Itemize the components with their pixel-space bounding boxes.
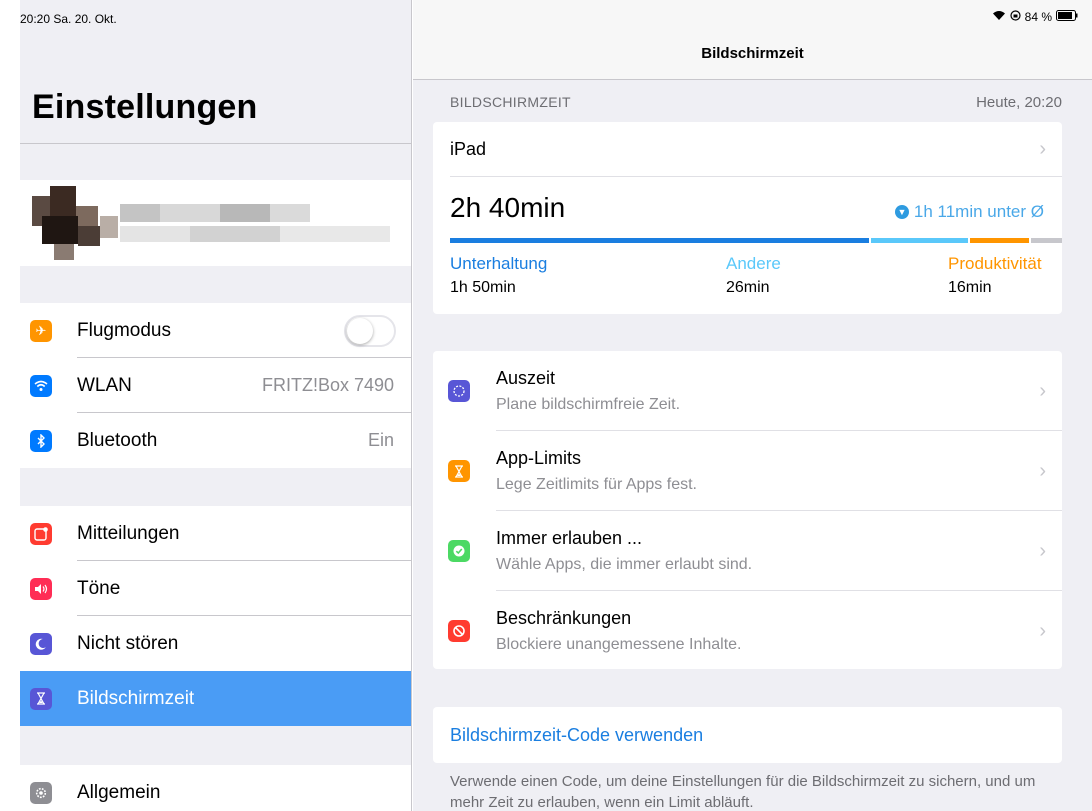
battery-icon xyxy=(1056,10,1078,24)
usage-bar-segment-remainder xyxy=(1031,238,1062,243)
total-screen-time: 2h 40min xyxy=(450,192,566,223)
feature-beschraenkungen[interactable]: Beschränkungen Blockiere unangemessene I… xyxy=(433,591,1062,671)
average-comparison-label: 1h 11min unter Ø xyxy=(913,202,1044,221)
account-name-redacted xyxy=(120,200,390,250)
feature-app-limits[interactable]: App-Limits Lege Zeitlimits für Apps fest… xyxy=(433,431,1062,511)
section-date: Heute, 20:20 xyxy=(976,94,1062,111)
feature-title: Beschränkungen xyxy=(496,608,632,628)
apple-id-profile[interactable] xyxy=(20,180,411,266)
divider xyxy=(20,143,411,144)
wifi-status-icon xyxy=(992,10,1006,24)
feature-title: App-Limits xyxy=(496,448,582,468)
passcode-footer-text: Verwende einen Code, um deine Einstellun… xyxy=(450,773,1036,811)
screen-time-features: Auszeit Plane bildschirmfreie Zeit. › Ap… xyxy=(433,351,1062,669)
sidebar-item-label: Flugmodus xyxy=(77,319,171,341)
checkmark-icon xyxy=(448,540,470,562)
sidebar-item-label: Töne xyxy=(77,577,121,599)
wlan-network-value: FRITZ!Box 7490 xyxy=(261,375,394,395)
feature-subtitle: Lege Zeitlimits für Apps fest. xyxy=(496,476,697,493)
hourglass-icon xyxy=(448,460,470,482)
chevron-right-icon: › xyxy=(1039,539,1046,562)
use-screen-time-passcode-link[interactable]: Bildschirmzeit-Code verwenden xyxy=(450,725,703,746)
status-time-date: 20:20 Sa. 20. Okt. xyxy=(20,12,117,26)
feature-subtitle: Blockiere unangemessene Inhalte. xyxy=(496,636,742,653)
category-name: Unterhaltung xyxy=(450,254,548,273)
moon-icon xyxy=(30,632,52,655)
sidebar-item-wlan[interactable]: WLAN FRITZ!Box 7490 xyxy=(20,358,411,413)
sidebar-item-label: Mitteilungen xyxy=(77,522,180,544)
feature-subtitle: Wähle Apps, die immer erlaubt sind. xyxy=(496,556,753,573)
sidebar-item-mitteilungen[interactable]: Mitteilungen xyxy=(20,506,411,561)
category-time: 16min xyxy=(948,279,992,296)
sidebar-item-label: Bluetooth xyxy=(77,429,158,451)
notifications-group: Mitteilungen Töne Nicht stören Bildschir… xyxy=(20,506,411,726)
sidebar-item-toene[interactable]: Töne xyxy=(20,561,411,616)
connectivity-group: ✈ Flugmodus WLAN FRITZ!Box 7490 Bluetoot… xyxy=(20,303,411,468)
restrict-icon xyxy=(448,620,470,642)
device-label: iPad xyxy=(450,138,487,159)
chevron-right-icon: › xyxy=(1039,619,1046,642)
feature-title: Immer erlauben ... xyxy=(496,528,643,548)
general-group: Allgemein xyxy=(20,765,411,811)
sidebar-item-label: Nicht stören xyxy=(77,632,179,654)
feature-subtitle: Plane bildschirmfreie Zeit. xyxy=(496,396,681,413)
chevron-right-icon: › xyxy=(1039,459,1046,482)
battery-percent: 84 % xyxy=(1024,10,1052,24)
status-indicators: 84 % xyxy=(992,10,1078,24)
bluetooth-icon xyxy=(30,429,52,452)
airplane-icon: ✈ xyxy=(30,319,52,342)
avatar xyxy=(32,186,122,262)
page-title: Bildschirmzeit xyxy=(701,45,804,62)
sidebar-item-label: WLAN xyxy=(77,374,132,396)
category-time: 26min xyxy=(726,279,770,296)
orientation-lock-icon xyxy=(1010,10,1021,24)
sidebar-item-nicht-stoeren[interactable]: Nicht stören xyxy=(20,616,411,671)
wifi-icon xyxy=(30,374,52,397)
usage-bar-segment-unterhaltung xyxy=(450,238,869,243)
downtime-icon xyxy=(448,380,470,402)
usage-bar-segment-produktivitaet xyxy=(970,238,1029,243)
device-row[interactable]: iPad › xyxy=(433,122,1062,176)
category-unterhaltung: Unterhaltung 1h 50min xyxy=(450,254,547,297)
section-header: BILDSCHIRMZEIT xyxy=(450,94,571,110)
feature-immer-erlauben[interactable]: Immer erlauben ... Wähle Apps, die immer… xyxy=(433,511,1062,591)
settings-sidebar: 20:20 Sa. 20. Okt. Einstellungen ✈ Flugm… xyxy=(20,0,412,811)
usage-summary-card: iPad › 2h 40min ▼ 1h 11min unter Ø Unter… xyxy=(433,122,1062,314)
gear-icon xyxy=(30,781,52,804)
screen-time-detail: 84 % Bildschirmzeit BILDSCHIRMZEIT Heute… xyxy=(413,0,1092,811)
sidebar-item-label: Allgemein xyxy=(77,781,161,803)
sidebar-item-allgemein[interactable]: Allgemein xyxy=(20,765,411,811)
category-name: Andere xyxy=(726,254,781,273)
category-produktivitaet: Produktivität 16min xyxy=(948,254,1042,297)
chevron-right-icon: › xyxy=(1039,379,1046,402)
usage-bar-segment-andere xyxy=(871,238,968,243)
hourglass-icon xyxy=(30,687,52,710)
usage-bar xyxy=(450,238,1062,243)
category-name: Produktivität xyxy=(948,254,1042,273)
bluetooth-status-value: Ein xyxy=(367,430,394,450)
sidebar-item-flugmodus[interactable]: ✈ Flugmodus xyxy=(20,303,411,358)
category-time: 1h 50min xyxy=(450,279,516,296)
category-andere: Andere 26min xyxy=(726,254,781,297)
sidebar-title: Einstellungen xyxy=(32,88,258,126)
average-comparison[interactable]: ▼ 1h 11min unter Ø xyxy=(894,202,1044,222)
sidebar-item-bluetooth[interactable]: Bluetooth Ein xyxy=(20,413,411,468)
speaker-icon xyxy=(30,577,52,600)
sidebar-item-bildschirmzeit[interactable]: Bildschirmzeit xyxy=(20,671,411,726)
sidebar-item-label: Bildschirmzeit xyxy=(77,687,195,709)
airplane-mode-toggle[interactable] xyxy=(344,314,396,347)
passcode-card: Bildschirmzeit-Code verwenden xyxy=(433,707,1062,763)
chevron-right-icon: › xyxy=(1039,137,1046,160)
feature-title: Auszeit xyxy=(496,368,556,388)
notifications-icon xyxy=(30,522,52,545)
feature-auszeit[interactable]: Auszeit Plane bildschirmfreie Zeit. › xyxy=(433,351,1062,431)
navigation-bar: 84 % Bildschirmzeit xyxy=(413,0,1092,80)
arrow-down-icon: ▼ xyxy=(894,205,909,219)
